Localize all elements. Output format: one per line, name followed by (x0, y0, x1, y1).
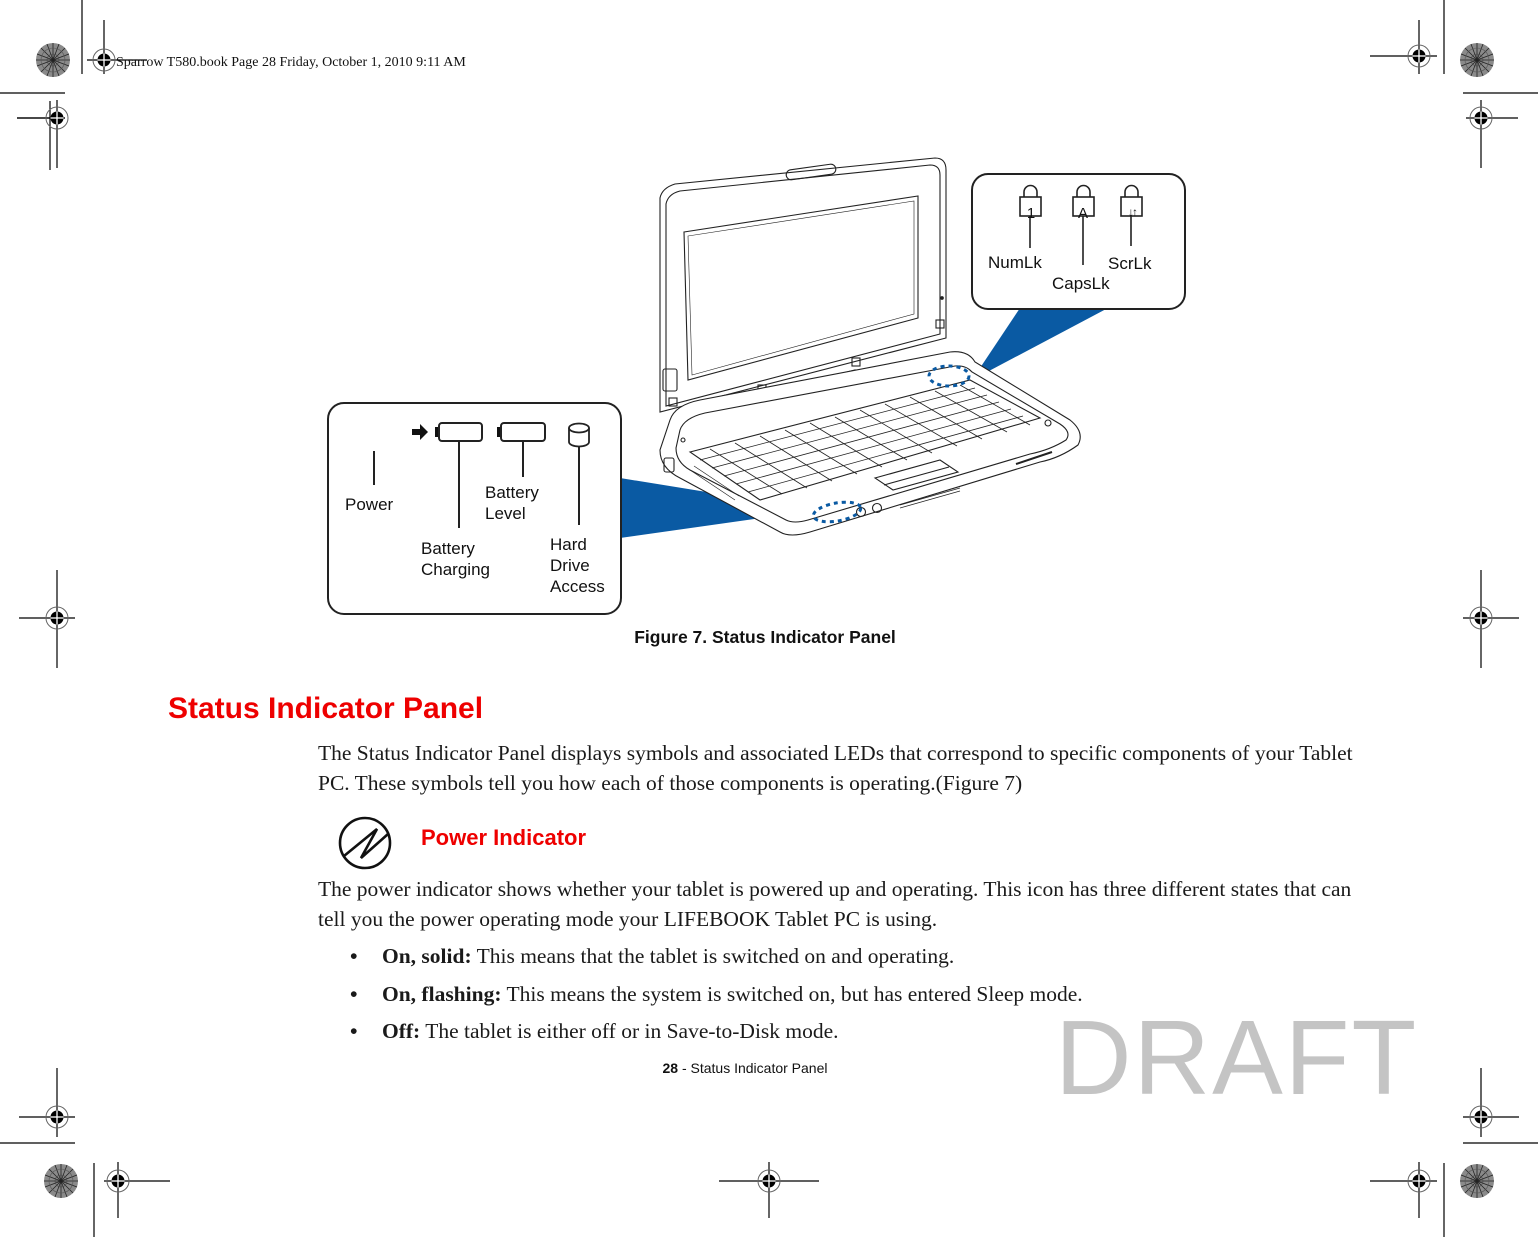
battery-charging-label: Battery Charging (421, 538, 490, 580)
power-indicator-paragraph: The power indicator shows whether your t… (318, 877, 1352, 931)
page-footer: 28 - Status Indicator Panel (0, 1060, 1538, 1076)
list-item-term: On, solid: (382, 944, 472, 968)
section-intro-paragraph: The Status Indicator Panel displays symb… (318, 741, 1353, 795)
battery-charging-label-line2: Charging (421, 560, 490, 579)
crop-marks-top-right (1370, 0, 1538, 168)
numlk-label: NumLk (988, 253, 1042, 272)
callout-pointer-top (972, 308, 1108, 380)
list-item: • Off: The tablet is either off or in Sav… (350, 1016, 1083, 1054)
registration-starburst-icon (43, 1163, 79, 1199)
bullet-icon: • (350, 981, 358, 1006)
power-indicator-icon (338, 816, 392, 870)
list-item-text: This means the system is switched on, bu… (501, 981, 1083, 1006)
capslock-glyph: A (1077, 205, 1088, 222)
registration-starburst-icon (1459, 42, 1495, 78)
registration-starburst-icon (35, 42, 71, 78)
subsection-heading: Power Indicator (421, 825, 587, 850)
list-item-text: The tablet is either off or in Save-to-D… (420, 1019, 839, 1043)
registration-starburst-icon (1459, 1163, 1495, 1199)
print-header-stamp: Sparrow T580.book Page 28 Friday, Octobe… (116, 55, 466, 70)
list-item: • On, flashing: This means the system is … (350, 979, 1083, 1017)
battery-level-label-line1: Battery (485, 483, 539, 502)
crop-marks-top-left (0, 0, 147, 170)
hdd-label-line2: Drive (550, 556, 590, 575)
hdd-label-line1: Hard (550, 535, 587, 554)
list-item-term: Off: (382, 1019, 421, 1043)
hard-drive-access-label: Hard Drive Access (550, 534, 605, 597)
power-states-list: • On, solid: This means that the tablet i… (350, 941, 1083, 1054)
bullet-icon: • (350, 1019, 358, 1043)
battery-level-label: Battery Level (485, 482, 539, 524)
figure-caption: Figure 7. Status Indicator Panel (0, 627, 1538, 648)
power-label: Power (345, 495, 394, 514)
draft-watermark: DRAFT (1055, 999, 1419, 1117)
list-item-term: On, flashing: (382, 981, 502, 1006)
battery-level-label-line2: Level (485, 504, 526, 523)
numlock-glyph: 1 (1026, 205, 1036, 222)
section-heading: Status Indicator Panel (168, 692, 484, 725)
footer-section-name: Status Indicator Panel (690, 1060, 828, 1076)
battery-charging-label-line1: Battery (421, 539, 475, 558)
scrlk-label: ScrLk (1108, 254, 1152, 273)
list-item-text: This means that the tablet is switched o… (471, 944, 955, 968)
list-item: • On, solid: This means that the tablet i… (350, 941, 1083, 979)
capslk-label: CapsLk (1052, 274, 1110, 293)
bullet-icon: • (350, 944, 358, 968)
scrolllock-glyph: ↓↑ (1128, 205, 1138, 219)
page-number: 28 (662, 1060, 679, 1076)
hdd-label-line3: Access (550, 577, 605, 596)
figure-caption-text: Figure 7. Status Indicator Panel (634, 627, 896, 647)
footer-separator: - (678, 1060, 691, 1076)
